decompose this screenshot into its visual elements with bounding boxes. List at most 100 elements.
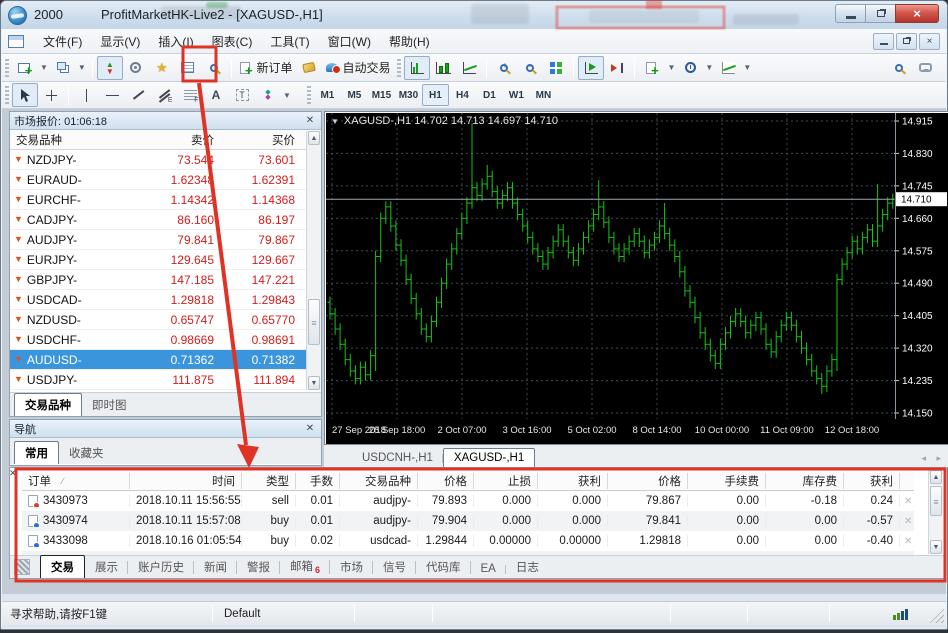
templates-dropdown[interactable]: ▼: [741, 63, 753, 72]
market-watch-close-icon[interactable]: ✕: [303, 115, 317, 126]
terminal-tab-展示[interactable]: 展示: [85, 557, 128, 578]
column-header-2[interactable]: 类型: [242, 472, 296, 489]
mdi-minimize-button[interactable]: [873, 32, 894, 50]
templates-button[interactable]: [715, 56, 741, 80]
market-watch-row[interactable]: ▼ USDCHF- 0.98669 0.98691: [10, 330, 321, 350]
terminal-tab-账户历史[interactable]: 账户历史: [128, 557, 194, 578]
menu-item-6[interactable]: 帮助(H): [380, 30, 439, 53]
column-header-3[interactable]: 手数: [296, 472, 340, 489]
menu-item-3[interactable]: 图表(C): [203, 30, 262, 53]
navigator-tab-常用[interactable]: 常用: [14, 441, 59, 464]
scroll-down-icon[interactable]: ▼: [930, 540, 942, 554]
column-header-0[interactable]: 订单 ∕: [22, 472, 130, 489]
market-watch-tab-即时图[interactable]: 即时图: [82, 395, 137, 416]
menu-item-5[interactable]: 窗口(W): [319, 30, 380, 53]
timeframe-m15[interactable]: M15: [368, 84, 395, 106]
market-watch-row[interactable]: ▼ AUDUSD- 0.71362 0.71382: [10, 350, 321, 370]
data-window-button[interactable]: [123, 56, 149, 80]
column-header-11[interactable]: 获利: [844, 472, 900, 489]
column-header-4[interactable]: 交易品种: [340, 472, 418, 489]
arrow-objects-dropdown[interactable]: ▼: [281, 91, 293, 100]
column-header-10[interactable]: 库存费: [766, 472, 844, 489]
periods-button[interactable]: [677, 56, 703, 80]
scroll-thumb[interactable]: [308, 299, 320, 345]
trade-row[interactable]: 3430973 2018.10.11 15:56:55 sell 0.01 audjpy…: [22, 491, 914, 511]
strategy-tester-button[interactable]: [201, 56, 227, 80]
market-watch-toggle-button[interactable]: ▲ ▼: [96, 55, 123, 80]
close-order-icon[interactable]: ✕: [900, 516, 914, 527]
search-button[interactable]: [886, 56, 912, 80]
profiles-dropdown[interactable]: ▼: [76, 63, 88, 72]
menu-item-4[interactable]: 工具(T): [261, 30, 318, 53]
vertical-line-tool-button[interactable]: [73, 83, 99, 107]
horizontal-line-tool-button[interactable]: [99, 83, 125, 107]
tile-windows-button[interactable]: [543, 56, 569, 80]
new-chart-button[interactable]: +: [12, 56, 38, 80]
resize-grip[interactable]: [929, 608, 944, 623]
mdi-close-button[interactable]: ×: [919, 32, 940, 50]
column-header-6[interactable]: 止损: [474, 472, 538, 489]
timeframe-h4[interactable]: H4: [449, 84, 476, 106]
scroll-up-icon[interactable]: ▲: [930, 470, 942, 484]
column-header-1[interactable]: 时间: [130, 472, 242, 489]
zoom-in-button[interactable]: +: [491, 56, 517, 80]
terminal-close-icon[interactable]: ✕: [9, 468, 17, 479]
mw-column-header-2[interactable]: 买价: [220, 132, 301, 148]
timeframe-d1[interactable]: D1: [476, 84, 503, 106]
close-order-icon[interactable]: ✕: [900, 536, 914, 547]
new-order-button[interactable]: + 新订单: [236, 56, 297, 80]
scroll-down-icon[interactable]: ▼: [308, 376, 320, 390]
chart-window[interactable]: 27 Sep 2018 28 Sep 18:00 2 Oct 07:00 3 Oct …: [324, 111, 948, 445]
terminal-tab-交易[interactable]: 交易: [40, 555, 85, 578]
terminal-tab-警报[interactable]: 警报: [237, 557, 280, 578]
menu-item-2[interactable]: 插入(I): [149, 30, 202, 53]
column-header-9[interactable]: 手续费: [688, 472, 766, 489]
terminal-tab-代码库[interactable]: 代码库: [416, 557, 471, 578]
price-chart[interactable]: 27 Sep 201828 Sep 18:00 2 Oct 07:00 3 Oct …: [326, 113, 948, 444]
terminal-grip-icon[interactable]: [14, 559, 30, 575]
timeframe-h1[interactable]: H1: [421, 84, 449, 106]
mdi-restore-button[interactable]: [896, 32, 917, 50]
terminal-button[interactable]: [175, 56, 201, 80]
market-watch-row[interactable]: ▼ EURCHF- 1.14342 1.14368: [10, 190, 321, 210]
periods-dropdown[interactable]: ▼: [703, 63, 715, 72]
market-watch-row[interactable]: ▼ CADJPY- 86.160 86.197: [10, 210, 321, 230]
status-template-name[interactable]: Default: [224, 608, 260, 620]
navigator-button[interactable]: ★: [149, 56, 175, 80]
candlestick-button[interactable]: [430, 56, 456, 80]
toolbar-grip[interactable]: [306, 86, 311, 104]
terminal-tab-新闻[interactable]: 新闻: [194, 557, 237, 578]
chart-tab-XAGUSD-,H1[interactable]: XAGUSD-,H1: [442, 448, 536, 467]
market-watch-row[interactable]: ▼ USDJPY- 111.875 111.894: [10, 370, 321, 390]
terminal-tab-信号[interactable]: 信号: [373, 557, 417, 578]
menu-item-1[interactable]: 显示(V): [91, 30, 149, 53]
profiles-button[interactable]: [50, 56, 76, 80]
toolbar-grip[interactable]: [397, 58, 402, 77]
terminal-scrollbar[interactable]: ▲ ▼: [928, 470, 943, 554]
market-watch-row[interactable]: ▼ EURAUD- 1.62348 1.62391: [10, 170, 321, 190]
trade-row[interactable]: 3433098 2018.10.16 01:05:54 buy 0.02 usdcad-…: [22, 531, 914, 551]
zoom-out-button[interactable]: -: [517, 56, 543, 80]
auto-trading-button[interactable]: 自动交易: [322, 56, 394, 80]
column-header-5[interactable]: 价格: [418, 472, 474, 489]
mw-column-header-0[interactable]: 交易品种: [10, 132, 128, 148]
timeframe-m1[interactable]: M1: [314, 84, 341, 106]
timeframe-w1[interactable]: W1: [503, 84, 530, 106]
line-chart-button[interactable]: [456, 56, 482, 80]
terminal-tab-EA[interactable]: EA: [471, 561, 507, 578]
market-watch-tab-交易品种[interactable]: 交易品种: [14, 393, 82, 416]
restore-button[interactable]: [865, 4, 895, 23]
market-watch-row[interactable]: ▼ AUDJPY- 79.841 79.867: [10, 230, 321, 250]
trendline-tool-button[interactable]: [125, 83, 151, 107]
market-watch-row[interactable]: ▼ GBPJPY- 147.185 147.221: [10, 270, 321, 290]
close-order-icon[interactable]: ✕: [900, 496, 914, 507]
market-watch-row[interactable]: ▼ NZDJPY- 73.544 73.601: [10, 150, 321, 170]
timeframe-m30[interactable]: M30: [395, 84, 422, 106]
bar-chart-button[interactable]: [404, 55, 431, 80]
community-button[interactable]: [912, 56, 938, 80]
symbol-dropdown-icon[interactable]: ▼: [331, 117, 339, 126]
column-header-8[interactable]: 价格: [608, 472, 688, 489]
minimize-button[interactable]: [835, 4, 865, 23]
market-watch-row[interactable]: ▼ USDCAD- 1.29818 1.29843: [10, 290, 321, 310]
navigator-close-icon[interactable]: ✕: [303, 423, 317, 434]
